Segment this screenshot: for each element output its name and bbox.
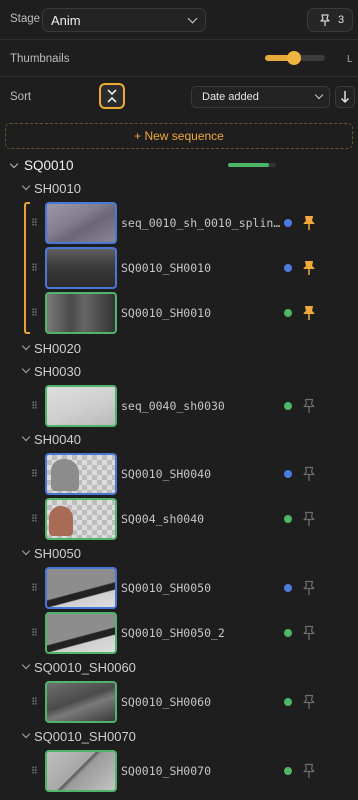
shot-header[interactable]: SH0010 xyxy=(34,181,81,196)
shot-header[interactable]: SQ0010_SH0070 xyxy=(34,729,136,744)
sequence-progress-fill xyxy=(228,163,269,167)
item-name: SQ0010_SH0040 xyxy=(121,467,212,481)
pinned-count: 3 xyxy=(338,14,345,26)
list-item[interactable]: seq_0010_sh_0010_splin… xyxy=(0,202,358,244)
drag-handle-icon[interactable] xyxy=(32,766,37,774)
pin-icon[interactable] xyxy=(302,580,316,596)
chevron-down-icon xyxy=(187,13,198,24)
item-name: SQ0010_SH0050 xyxy=(121,581,212,595)
status-dot xyxy=(284,219,292,227)
pin-icon[interactable] xyxy=(302,305,316,321)
status-dot xyxy=(284,584,292,592)
divider xyxy=(0,39,358,40)
slider-handle[interactable] xyxy=(287,51,301,65)
drag-handle-icon[interactable] xyxy=(32,697,37,705)
item-name: SQ0010_SH0010 xyxy=(121,306,212,320)
list-item[interactable]: SQ0010_SH0040 xyxy=(0,453,358,495)
status-dot xyxy=(284,264,292,272)
status-dot xyxy=(284,402,292,410)
status-dot xyxy=(284,470,292,478)
chevron-down-icon[interactable] xyxy=(21,432,31,442)
stage-label: Stage xyxy=(10,13,41,25)
pin-icon xyxy=(320,14,330,26)
chevron-down-icon[interactable] xyxy=(21,660,31,670)
thumbnail xyxy=(45,247,117,289)
chevron-down-icon[interactable] xyxy=(21,729,31,739)
pin-icon[interactable] xyxy=(302,511,316,527)
item-name: seq_0010_sh_0010_splin… xyxy=(121,216,281,230)
pin-icon[interactable] xyxy=(302,466,316,482)
drag-handle-icon[interactable] xyxy=(32,218,37,226)
divider xyxy=(0,76,358,77)
item-name: SQ0010_SH0060 xyxy=(121,695,212,709)
shot-header[interactable]: SH0040 xyxy=(34,432,81,447)
drag-handle-icon[interactable] xyxy=(32,263,37,271)
list-item[interactable]: SQ0010_SH0060 xyxy=(0,681,358,723)
chevron-down-icon[interactable] xyxy=(21,181,31,191)
thumbnails-label: Thumbnails xyxy=(10,53,70,65)
list-item[interactable]: seq_0040_sh0030 xyxy=(0,385,358,427)
chevron-down-icon[interactable] xyxy=(21,364,31,374)
pin-icon[interactable] xyxy=(302,398,316,414)
sort-select[interactable]: Date added xyxy=(191,86,330,108)
drag-handle-icon[interactable] xyxy=(32,628,37,636)
list-item[interactable]: SQ0010_SH0050_2 xyxy=(0,612,358,654)
shot-header[interactable]: SH0050 xyxy=(34,546,81,561)
item-name: seq_0040_sh0030 xyxy=(121,399,225,413)
list-item[interactable]: SQ004_sh0040 xyxy=(0,498,358,540)
list-item[interactable]: SQ0010_SH0010 xyxy=(0,292,358,334)
sequence-title[interactable]: SQ0010 xyxy=(24,158,74,173)
drag-handle-icon[interactable] xyxy=(32,401,37,409)
drag-handle-icon[interactable] xyxy=(32,514,37,522)
chevron-down-icon[interactable] xyxy=(21,341,31,351)
shot-header[interactable]: SH0020 xyxy=(34,341,81,356)
sequence-progress-bar xyxy=(228,163,276,167)
arrow-down-icon xyxy=(340,91,350,104)
drag-handle-icon[interactable] xyxy=(32,469,37,477)
status-dot xyxy=(284,767,292,775)
item-name: SQ004_sh0040 xyxy=(121,512,205,526)
status-dot xyxy=(284,309,292,317)
sort-select-value: Date added xyxy=(202,91,259,103)
shot-header[interactable]: SH0030 xyxy=(34,364,81,379)
pin-icon[interactable] xyxy=(302,215,316,231)
sort-direction-button[interactable] xyxy=(335,86,355,108)
pin-icon[interactable] xyxy=(302,260,316,276)
thumbnail xyxy=(45,202,117,244)
drag-handle-icon[interactable] xyxy=(32,308,37,316)
thumbnail xyxy=(45,567,117,609)
item-name: SQ0010_SH0070 xyxy=(121,764,212,778)
thumbnail xyxy=(45,453,117,495)
pin-icon[interactable] xyxy=(302,694,316,710)
thumbnail xyxy=(45,750,117,792)
drag-handle-icon[interactable] xyxy=(32,583,37,591)
thumbnail xyxy=(45,612,117,654)
shot-header[interactable]: SQ0010_SH0060 xyxy=(34,660,136,675)
chevron-down-icon[interactable] xyxy=(9,159,19,169)
list-item[interactable]: SQ0010_SH0050 xyxy=(0,567,358,609)
stage-select[interactable]: Anim xyxy=(42,8,206,32)
list-item[interactable]: SQ0010_SH0070 xyxy=(0,750,358,792)
stage-select-value: Anim xyxy=(51,13,81,28)
item-name: SQ0010_SH0050_2 xyxy=(121,626,225,640)
collapse-arrows-icon xyxy=(107,89,117,103)
pin-icon[interactable] xyxy=(302,763,316,779)
chevron-down-icon xyxy=(314,90,324,100)
pin-icon[interactable] xyxy=(302,625,316,641)
status-dot xyxy=(284,629,292,637)
list-item[interactable]: SQ0010_SH0010 xyxy=(0,247,358,289)
thumbnail-size-max-label: L xyxy=(347,54,353,65)
sort-label: Sort xyxy=(10,91,32,103)
thumbnail xyxy=(45,292,117,334)
thumbnail xyxy=(45,498,117,540)
collapse-expand-toggle-button[interactable] xyxy=(99,83,125,109)
thumbnail xyxy=(45,681,117,723)
chevron-down-icon[interactable] xyxy=(21,546,31,556)
item-name: SQ0010_SH0010 xyxy=(121,261,212,275)
status-dot xyxy=(284,515,292,523)
thumbnail xyxy=(45,385,117,427)
pinned-filter-button[interactable]: 3 xyxy=(307,8,353,32)
new-sequence-button[interactable]: + New sequence xyxy=(5,123,353,149)
status-dot xyxy=(284,698,292,706)
